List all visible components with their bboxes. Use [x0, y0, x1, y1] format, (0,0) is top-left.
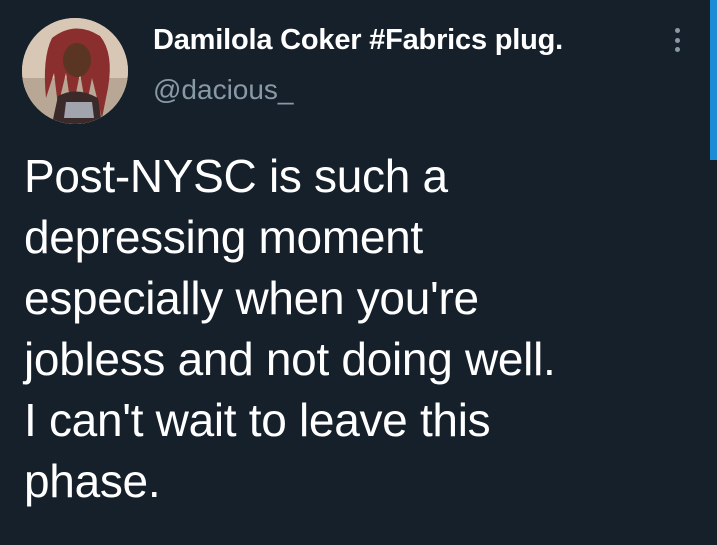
- scrollbar[interactable]: [710, 0, 717, 160]
- tweet-card[interactable]: Damilola Coker #Fabrics plug. @dacious_ …: [0, 0, 717, 545]
- more-dot: [674, 37, 680, 43]
- more-vertical-icon: [674, 28, 680, 33]
- more-dot: [674, 47, 680, 52]
- author-handle[interactable]: @dacious_: [153, 74, 294, 106]
- author-display-name[interactable]: Damilola Coker #Fabrics plug.: [153, 24, 563, 57]
- tweet-text: Post-NYSC is such a depressing moment es…: [24, 150, 556, 507]
- author-avatar[interactable]: [22, 18, 128, 124]
- more-options-button[interactable]: [662, 22, 692, 58]
- avatar-photo-icon: [22, 18, 128, 124]
